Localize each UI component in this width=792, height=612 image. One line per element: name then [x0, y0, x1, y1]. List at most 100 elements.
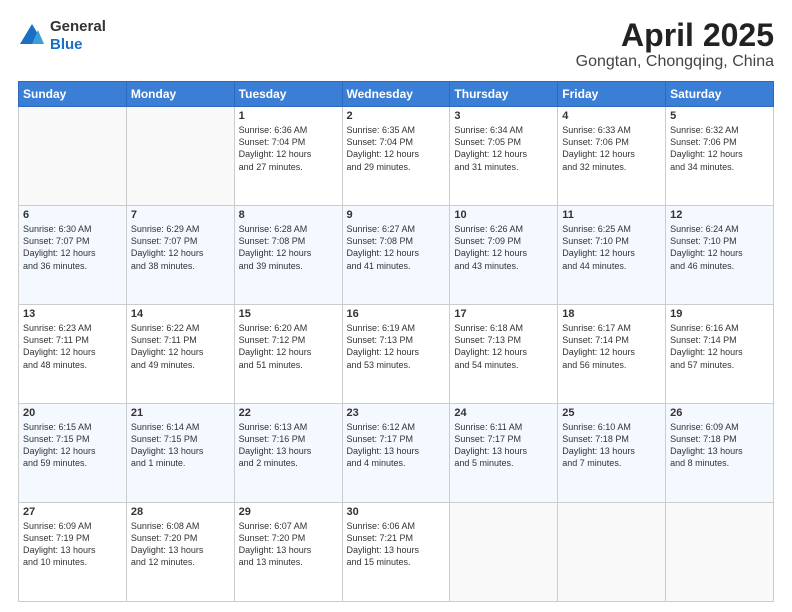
day-content: Sunrise: 6:28 AM Sunset: 7:08 PM Dayligh… [239, 223, 338, 272]
day-content: Sunrise: 6:29 AM Sunset: 7:07 PM Dayligh… [131, 223, 230, 272]
calendar-cell: 7 Sunrise: 6:29 AM Sunset: 7:07 PM Daylig… [126, 206, 234, 305]
calendar-cell: 13 Sunrise: 6:23 AM Sunset: 7:11 PM Dayli… [19, 305, 127, 404]
day-number: 3 [454, 110, 553, 122]
calendar-cell: 29 Sunrise: 6:07 AM Sunset: 7:20 PM Dayli… [234, 503, 342, 602]
logo-text: General Blue [50, 18, 106, 54]
day-number: 15 [239, 308, 338, 320]
day-number: 6 [23, 209, 122, 221]
calendar-cell: 11 Sunrise: 6:25 AM Sunset: 7:10 PM Dayli… [558, 206, 666, 305]
calendar-cell: 30Sunrise: 6:06 AM Sunset: 7:21 PM Dayli… [342, 503, 450, 602]
day-content: Sunrise: 6:22 AM Sunset: 7:11 PM Dayligh… [131, 322, 230, 371]
calendar-cell: 17 Sunrise: 6:18 AM Sunset: 7:13 PM Dayli… [450, 305, 558, 404]
calendar-cell [126, 107, 234, 206]
calendar-cell: 16Sunrise: 6:19 AM Sunset: 7:13 PM Dayli… [342, 305, 450, 404]
calendar-cell: 1 Sunrise: 6:36 AM Sunset: 7:04 PM Daylig… [234, 107, 342, 206]
calendar-cell: 23 Sunrise: 6:12 AM Sunset: 7:17 PM Dayli… [342, 404, 450, 503]
day-content: Sunrise: 6:20 AM Sunset: 7:12 PM Dayligh… [239, 322, 338, 371]
day-content: Sunrise: 6:25 AM Sunset: 7:10 PM Dayligh… [562, 223, 661, 272]
day-content: Sunrise: 6:11 AM Sunset: 7:17 PM Dayligh… [454, 421, 553, 470]
calendar-cell: 15 Sunrise: 6:20 AM Sunset: 7:12 PM Dayli… [234, 305, 342, 404]
day-content: Sunrise: 6:23 AM Sunset: 7:11 PM Dayligh… [23, 322, 122, 371]
calendar-day-header: Saturday [666, 82, 774, 107]
calendar-cell [450, 503, 558, 602]
day-number: 1 [239, 110, 338, 122]
calendar-cell: 19 Sunrise: 6:16 AM Sunset: 7:14 PM Dayli… [666, 305, 774, 404]
day-content: Sunrise: 6:12 AM Sunset: 7:17 PM Dayligh… [347, 421, 446, 470]
calendar-cell: 28Sunrise: 6:08 AM Sunset: 7:20 PM Dayli… [126, 503, 234, 602]
day-number: 18 [562, 308, 661, 320]
calendar-day-header: Monday [126, 82, 234, 107]
calendar-cell: 27Sunrise: 6:09 AM Sunset: 7:19 PM Dayli… [19, 503, 127, 602]
calendar-cell: 2Sunrise: 6:35 AM Sunset: 7:04 PM Daylig… [342, 107, 450, 206]
day-number: 14 [131, 308, 230, 320]
calendar-cell: 10Sunrise: 6:26 AM Sunset: 7:09 PM Dayli… [450, 206, 558, 305]
day-number: 25 [562, 407, 661, 419]
calendar-cell: 20Sunrise: 6:15 AM Sunset: 7:15 PM Dayli… [19, 404, 127, 503]
day-number: 29 [239, 506, 338, 518]
day-number: 10 [454, 209, 553, 221]
day-number: 22 [239, 407, 338, 419]
calendar-day-header: Tuesday [234, 82, 342, 107]
day-number: 11 [562, 209, 661, 221]
day-number: 13 [23, 308, 122, 320]
day-number: 19 [670, 308, 769, 320]
logo: General Blue [18, 18, 106, 54]
day-content: Sunrise: 6:32 AM Sunset: 7:06 PM Dayligh… [670, 124, 769, 173]
page: General Blue April 2025 Gongtan, Chongqi… [0, 0, 792, 612]
calendar-cell: 24 Sunrise: 6:11 AM Sunset: 7:17 PM Dayli… [450, 404, 558, 503]
calendar-cell: 6 Sunrise: 6:30 AM Sunset: 7:07 PM Daylig… [19, 206, 127, 305]
day-number: 12 [670, 209, 769, 221]
day-content: Sunrise: 6:34 AM Sunset: 7:05 PM Dayligh… [454, 124, 553, 173]
calendar-cell: 3 Sunrise: 6:34 AM Sunset: 7:05 PM Daylig… [450, 107, 558, 206]
day-content: Sunrise: 6:18 AM Sunset: 7:13 PM Dayligh… [454, 322, 553, 371]
calendar-cell: 14 Sunrise: 6:22 AM Sunset: 7:11 PM Dayli… [126, 305, 234, 404]
day-content: Sunrise: 6:33 AM Sunset: 7:06 PM Dayligh… [562, 124, 661, 173]
calendar-week-row: 13 Sunrise: 6:23 AM Sunset: 7:11 PM Dayli… [19, 305, 774, 404]
header: General Blue April 2025 Gongtan, Chongqi… [18, 18, 774, 71]
calendar-week-row: 6 Sunrise: 6:30 AM Sunset: 7:07 PM Daylig… [19, 206, 774, 305]
calendar-day-header: Sunday [19, 82, 127, 107]
day-content: Sunrise: 6:19 AM Sunset: 7:13 PM Dayligh… [347, 322, 446, 371]
calendar-cell: 5 Sunrise: 6:32 AM Sunset: 7:06 PM Daylig… [666, 107, 774, 206]
day-number: 21 [131, 407, 230, 419]
day-number: 28 [131, 506, 230, 518]
calendar-cell: 22 Sunrise: 6:13 AM Sunset: 7:16 PM Dayli… [234, 404, 342, 503]
logo-icon [18, 22, 46, 50]
day-number: 20 [23, 407, 122, 419]
calendar-day-header: Friday [558, 82, 666, 107]
calendar-week-row: 1 Sunrise: 6:36 AM Sunset: 7:04 PM Daylig… [19, 107, 774, 206]
calendar-cell [666, 503, 774, 602]
day-content: Sunrise: 6:13 AM Sunset: 7:16 PM Dayligh… [239, 421, 338, 470]
calendar-cell [558, 503, 666, 602]
day-content: Sunrise: 6:30 AM Sunset: 7:07 PM Dayligh… [23, 223, 122, 272]
day-content: Sunrise: 6:17 AM Sunset: 7:14 PM Dayligh… [562, 322, 661, 371]
day-number: 8 [239, 209, 338, 221]
day-number: 17 [454, 308, 553, 320]
page-subtitle: Gongtan, Chongqing, China [576, 53, 774, 71]
calendar-header-row: SundayMondayTuesdayWednesdayThursdayFrid… [19, 82, 774, 107]
day-content: Sunrise: 6:14 AM Sunset: 7:15 PM Dayligh… [131, 421, 230, 470]
day-content: Sunrise: 6:10 AM Sunset: 7:18 PM Dayligh… [562, 421, 661, 470]
day-number: 7 [131, 209, 230, 221]
day-content: Sunrise: 6:36 AM Sunset: 7:04 PM Dayligh… [239, 124, 338, 173]
day-content: Sunrise: 6:27 AM Sunset: 7:08 PM Dayligh… [347, 223, 446, 272]
calendar-week-row: 20Sunrise: 6:15 AM Sunset: 7:15 PM Dayli… [19, 404, 774, 503]
calendar-cell: 21 Sunrise: 6:14 AM Sunset: 7:15 PM Dayli… [126, 404, 234, 503]
day-content: Sunrise: 6:09 AM Sunset: 7:18 PM Dayligh… [670, 421, 769, 470]
day-number: 9 [347, 209, 446, 221]
day-content: Sunrise: 6:16 AM Sunset: 7:14 PM Dayligh… [670, 322, 769, 371]
day-content: Sunrise: 6:07 AM Sunset: 7:20 PM Dayligh… [239, 520, 338, 569]
day-number: 23 [347, 407, 446, 419]
day-content: Sunrise: 6:35 AM Sunset: 7:04 PM Dayligh… [347, 124, 446, 173]
logo-blue: Blue [50, 36, 83, 53]
calendar-cell: 12Sunrise: 6:24 AM Sunset: 7:10 PM Dayli… [666, 206, 774, 305]
calendar-cell: 8 Sunrise: 6:28 AM Sunset: 7:08 PM Daylig… [234, 206, 342, 305]
page-title: April 2025 [576, 18, 774, 53]
calendar-cell: 25 Sunrise: 6:10 AM Sunset: 7:18 PM Dayli… [558, 404, 666, 503]
calendar: SundayMondayTuesdayWednesdayThursdayFrid… [18, 81, 774, 602]
logo-general: General [50, 18, 106, 35]
day-number: 24 [454, 407, 553, 419]
calendar-cell: 9 Sunrise: 6:27 AM Sunset: 7:08 PM Daylig… [342, 206, 450, 305]
day-number: 5 [670, 110, 769, 122]
calendar-cell: 4Sunrise: 6:33 AM Sunset: 7:06 PM Daylig… [558, 107, 666, 206]
